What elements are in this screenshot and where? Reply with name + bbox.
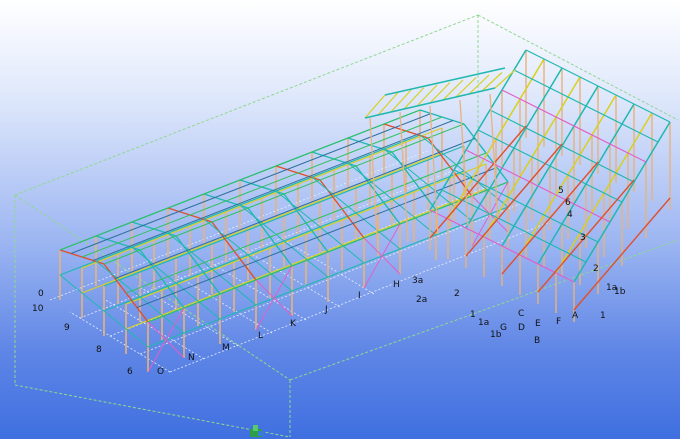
grid-label-h: H: [393, 280, 400, 290]
tower-column: [429, 105, 439, 235]
grid-label-8: 8: [96, 345, 102, 355]
grid-label-right-3: 3: [580, 233, 586, 243]
grid-label-right-1b: 1b: [614, 287, 626, 297]
wing-building-frame: [364, 49, 671, 322]
main-building-frame: [59, 109, 509, 373]
grid-label-j: J: [324, 305, 328, 315]
grid-label-n: N: [188, 353, 195, 363]
grid-label-3a: 3a: [412, 276, 423, 286]
grid-label-o: O: [157, 367, 164, 377]
tower-column: [369, 117, 379, 251]
grid-label-2a: 2a: [416, 295, 427, 305]
axis-triad-side: [258, 431, 264, 436]
grid-label-right-4: 4: [567, 210, 573, 220]
bracing: [255, 279, 293, 317]
grid-label-right-1: 1: [600, 311, 606, 321]
bracing: [363, 237, 401, 275]
grid-label-l: L: [258, 331, 263, 341]
bracing: [147, 321, 185, 359]
grid-label-2: 2: [454, 289, 460, 299]
grid-label-b: B: [534, 336, 540, 346]
grid-label-0: 0: [38, 289, 44, 299]
wing-purlin: [513, 69, 659, 143]
grid-label-d: D: [518, 323, 525, 333]
model-viewport[interactable]: N M L K J I H 0 10 9 8 6 O 3a 2a 2 1 1a …: [0, 0, 680, 439]
grid-label-f: F: [556, 317, 561, 327]
grid-label-right-5: 5: [558, 186, 564, 196]
grid-label-g: G: [500, 323, 507, 333]
grid-line: [171, 272, 273, 334]
grid-label-right-6: 6: [565, 198, 571, 208]
bounding-box-edge: [477, 14, 679, 121]
axis-triad-icon[interactable]: [250, 425, 264, 437]
grid-label-9: 9: [64, 323, 70, 333]
purlin: [92, 120, 454, 261]
grid-line: [239, 246, 341, 308]
grid-label-e: E: [535, 319, 541, 329]
grid-label-c: C: [518, 309, 524, 319]
tower-roof-edge: [384, 67, 506, 96]
bounding-box-edge: [14, 384, 291, 438]
grid-line: [137, 285, 239, 347]
bounding-box-edge: [14, 194, 291, 381]
structural-model[interactable]: N M L K J I H 0 10 9 8 6 O 3a 2a 2 1 1a …: [0, 0, 680, 439]
grid-label-10: 10: [32, 304, 44, 314]
grid-line: [69, 311, 171, 373]
tower-roof-rafter: [416, 84, 438, 107]
grid-label-1a: 1a: [478, 318, 489, 328]
axis-triad-top: [253, 425, 258, 431]
grid-line: [273, 233, 375, 295]
grid-label-6: 6: [127, 367, 133, 377]
grid-label-k: K: [290, 319, 297, 329]
grid-label-right-2: 2: [593, 264, 599, 274]
grid-label-i: I: [358, 291, 361, 301]
grid-label-1: 1: [470, 310, 476, 320]
grid-label-a: A: [572, 311, 579, 321]
grid-label-m: M: [222, 343, 230, 353]
